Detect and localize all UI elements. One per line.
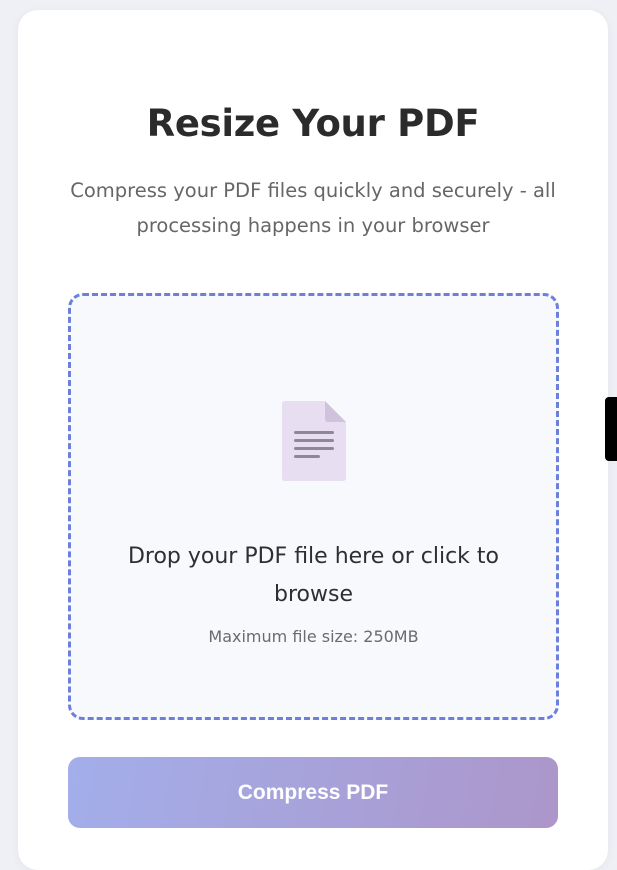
max-file-size-note: Maximum file size: 250MB <box>208 627 419 646</box>
page-title: Resize Your PDF <box>146 102 480 145</box>
dropzone-prompt: Drop your PDF file here or click to brow… <box>127 544 500 607</box>
document-icon <box>282 401 346 481</box>
resize-pdf-card: Resize Your PDF Compress your PDF files … <box>18 10 608 870</box>
side-tab-handle[interactable] <box>605 397 617 461</box>
pdf-dropzone[interactable]: Drop your PDF file here or click to brow… <box>68 293 559 720</box>
page-subtitle: Compress your PDF files quickly and secu… <box>70 179 556 237</box>
compress-pdf-button[interactable]: Compress PDF <box>68 757 558 828</box>
